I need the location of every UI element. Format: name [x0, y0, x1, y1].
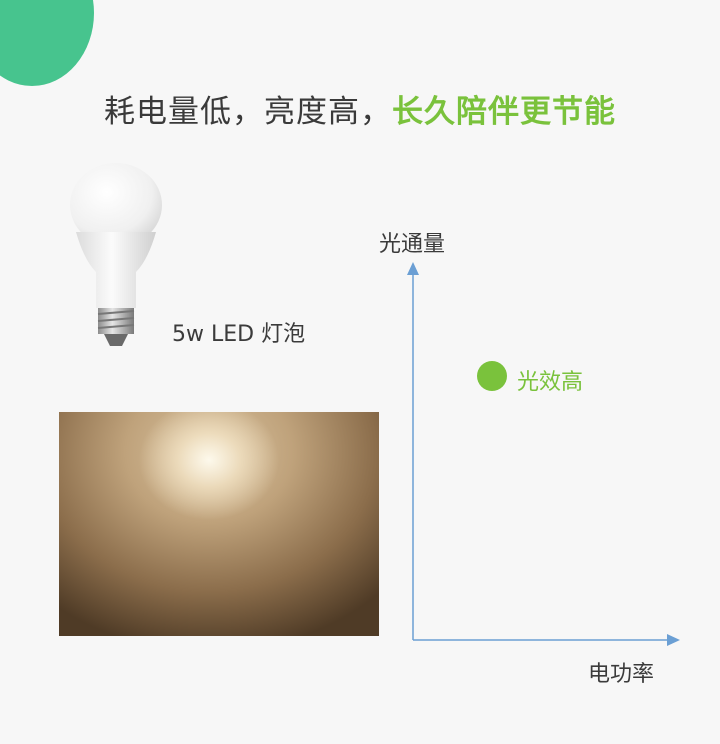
headline: 耗电量低，亮度高，长久陪伴更节能	[0, 86, 720, 131]
y-axis-arrow	[407, 262, 419, 275]
section-badge: B面	[0, 0, 94, 86]
x-axis-arrow	[667, 634, 680, 646]
light-photo	[59, 412, 379, 636]
led-bulb-image	[70, 163, 162, 346]
efficiency-label: 光效高	[517, 370, 584, 395]
headline-part2: 长久陪伴更节能	[392, 94, 616, 130]
headline-part1: 耗电量低，亮度高，	[104, 94, 392, 130]
efficiency-dot	[477, 361, 507, 391]
x-axis-label: 电功率	[588, 662, 655, 687]
y-axis-label: 光通量	[379, 232, 446, 257]
bulb-label: 5w LED 灯泡	[172, 322, 306, 347]
